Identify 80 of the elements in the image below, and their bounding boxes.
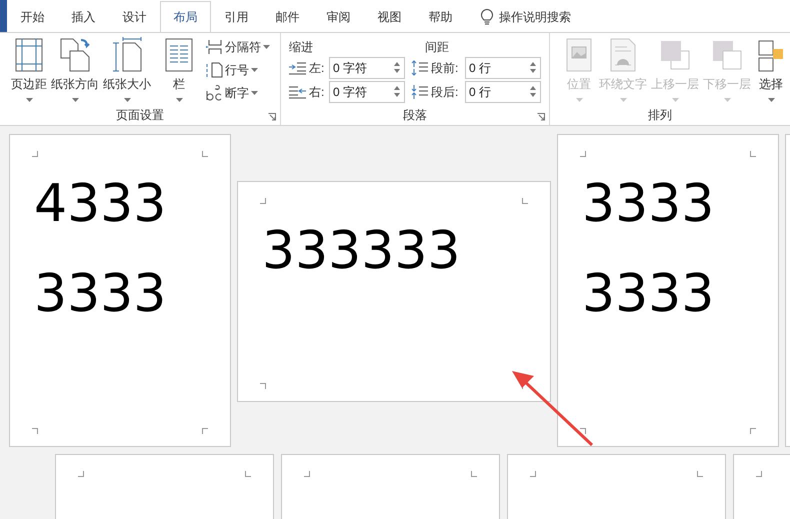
crop-mark-icon — [202, 151, 208, 157]
page-text: 3333 — [34, 263, 168, 326]
caret-icon — [251, 91, 258, 95]
crop-mark-icon — [580, 428, 586, 434]
field-label: 右: — [309, 84, 326, 100]
field-label: 段前: — [431, 60, 460, 76]
ribbon-tab[interactable]: 视图 — [364, 2, 415, 32]
ribbon-tab[interactable]: 引用 — [211, 2, 262, 32]
line-numbers-icon — [205, 62, 223, 78]
ribbon-tab[interactable]: 插入 — [58, 2, 109, 32]
indent-right-icon — [289, 84, 307, 100]
spacing-after-icon — [411, 84, 429, 100]
crop-mark-icon — [750, 151, 756, 157]
caret-icon — [768, 98, 774, 102]
page-text: 3333 — [582, 173, 716, 236]
caret-icon — [576, 98, 582, 102]
page-margins-icon — [13, 37, 45, 73]
caret-icon — [724, 98, 730, 102]
caret-icon — [124, 98, 130, 102]
caret-icon — [72, 98, 78, 102]
lightbulb-icon — [481, 8, 493, 26]
ribbon-tab[interactable]: 布局 — [160, 1, 211, 32]
ribbon-tab[interactable]: 审阅 — [313, 2, 364, 32]
page-text: 333333 — [262, 220, 462, 283]
caret-icon — [26, 98, 32, 102]
group-label: 排列 — [648, 107, 672, 124]
crop-mark-icon — [202, 428, 208, 434]
spin-field[interactable]: 0 行 — [465, 80, 541, 102]
group-label: 段落 — [403, 107, 427, 124]
crop-mark-icon — [471, 471, 477, 477]
crop-mark-icon — [245, 471, 251, 477]
page-text: 4333 — [34, 173, 168, 236]
indent-left-icon — [289, 60, 307, 76]
ribbon-small-button[interactable]: 行号 — [205, 60, 270, 80]
crop-mark-icon — [756, 471, 762, 477]
tell-me-search[interactable]: 操作说明搜索 — [499, 8, 571, 26]
caret-icon — [672, 98, 678, 102]
caret-icon — [176, 98, 182, 102]
crop-mark-icon — [580, 151, 586, 157]
spin-field[interactable]: 0 行 — [465, 56, 541, 78]
field-label: 左: — [309, 60, 326, 76]
spin-field[interactable]: 0 字符 — [329, 56, 405, 78]
crop-mark-icon — [260, 383, 266, 389]
page-break-icon — [205, 39, 223, 55]
ribbon-tab[interactable]: 邮件 — [262, 2, 313, 32]
ribbon-large-button[interactable]: 纸张大小 — [101, 37, 153, 105]
field-label: 段后: — [431, 84, 460, 100]
dialog-launcher-icon[interactable] — [268, 113, 276, 121]
crop-mark-icon — [522, 198, 528, 204]
crop-mark-icon — [260, 198, 266, 204]
group-label: 页面设置 — [116, 107, 164, 124]
page-size-icon — [111, 37, 143, 73]
page-text: 3333 — [582, 263, 716, 326]
crop-mark-icon — [750, 428, 756, 434]
ribbon-large-button[interactable]: 栏 — [161, 37, 197, 105]
caret-icon — [620, 98, 626, 102]
crop-mark-icon — [32, 428, 38, 434]
caret-icon — [251, 68, 258, 72]
ribbon-tab[interactable]: 开始 — [7, 2, 58, 32]
ribbon-small-button[interactable]: 分隔符 — [205, 37, 270, 57]
crop-mark-icon — [32, 151, 38, 157]
columns-icon — [163, 37, 195, 73]
crop-mark-icon — [697, 471, 703, 477]
crop-mark-icon — [530, 471, 536, 477]
ribbon-large-button[interactable]: 页边距 — [9, 37, 49, 105]
ribbon-large-button[interactable]: 选择 — [754, 37, 788, 105]
ribbon-large-button[interactable]: 纸张方向 — [49, 37, 101, 105]
ribbon-tab[interactable]: 设计 — [109, 2, 160, 32]
ribbon-tab[interactable]: 帮助 — [415, 2, 466, 32]
section-heading: 间距 — [424, 39, 450, 55]
spacing-before-icon — [411, 60, 429, 76]
ribbon-small-button[interactable]: 断字 — [205, 83, 270, 103]
crop-mark-icon — [304, 471, 310, 477]
section-heading: 缩进 — [289, 39, 314, 55]
hyphenation-icon — [205, 85, 223, 101]
dialog-launcher-icon[interactable] — [537, 113, 545, 121]
page-orientation-icon — [59, 37, 91, 73]
crop-mark-icon — [78, 471, 84, 477]
caret-icon — [263, 45, 270, 49]
spin-field[interactable]: 0 字符 — [329, 80, 405, 102]
